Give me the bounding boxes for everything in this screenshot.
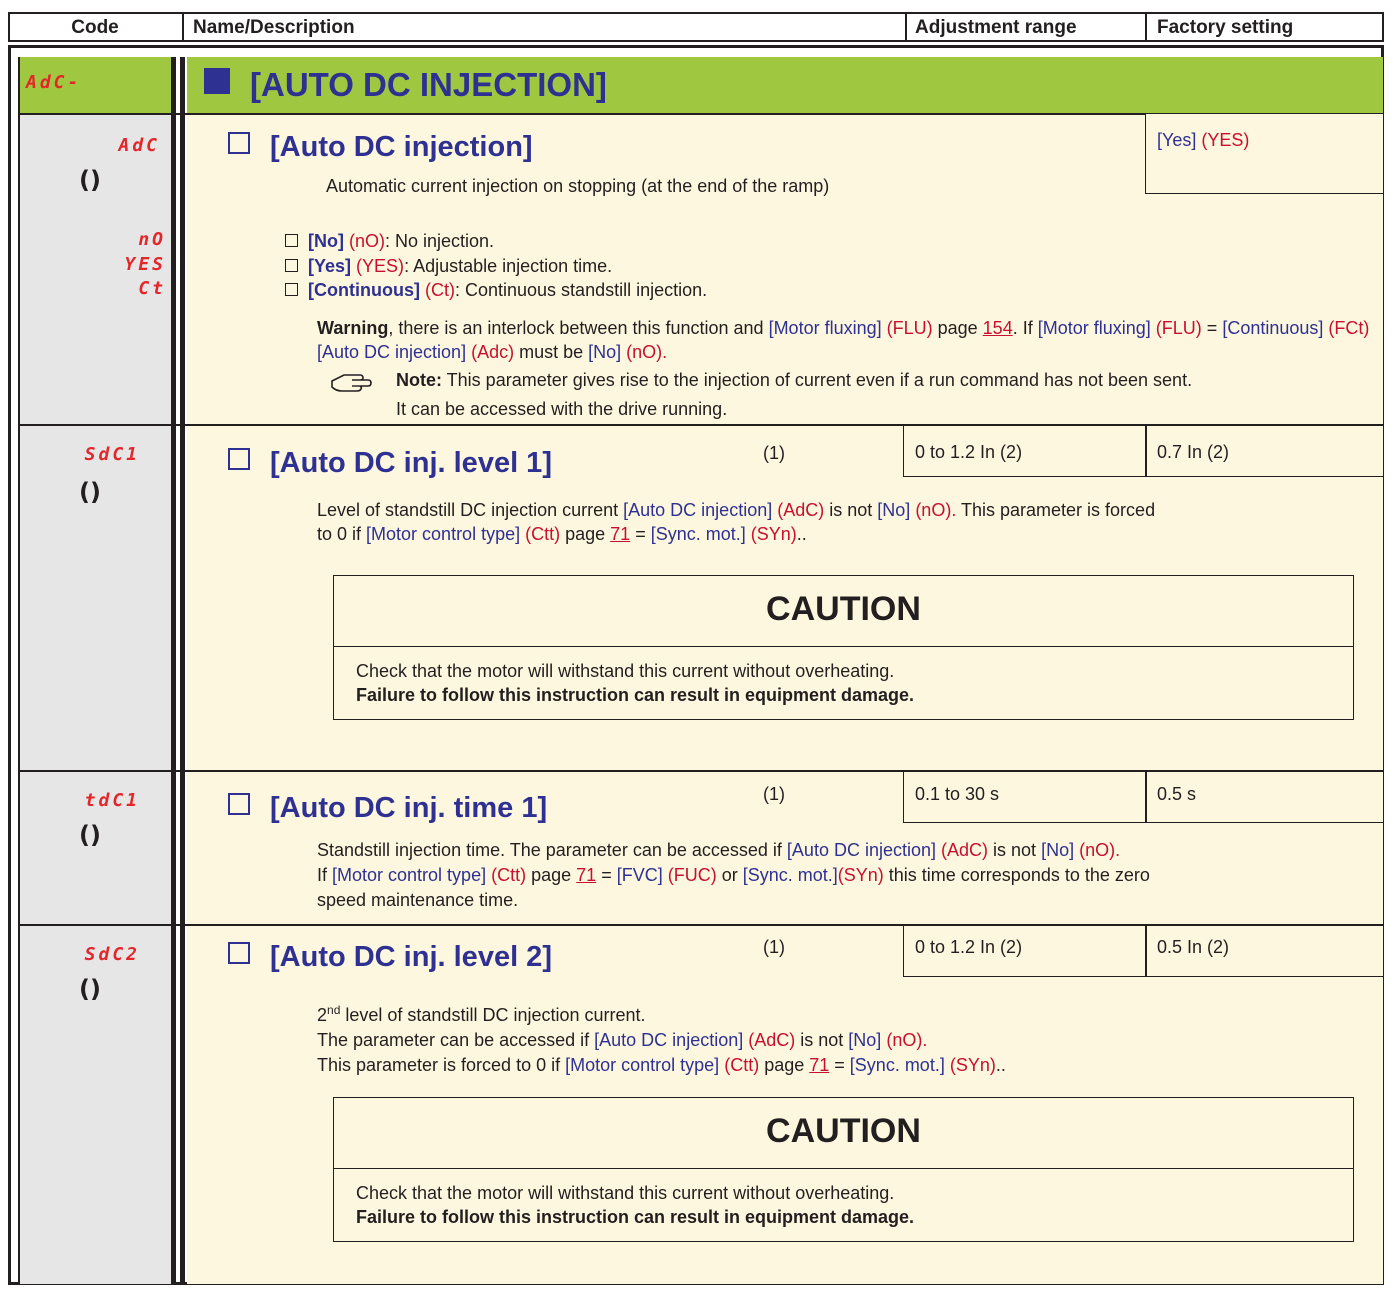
option-yes: [Yes] (YES): Adjustable injection time. xyxy=(285,254,612,278)
caution-box-2: CAUTION Check that the motor will withst… xyxy=(333,1097,1354,1242)
page-link[interactable]: 154 xyxy=(983,318,1013,338)
caution-title: CAUTION xyxy=(334,576,1353,647)
option-continuous: [Continuous] (Ct): Continuous standstill… xyxy=(285,278,707,302)
page-link[interactable]: 71 xyxy=(610,524,630,544)
desc-adc: Automatic current injection on stopping … xyxy=(326,176,830,196)
factory-cell-adc xyxy=(1145,114,1383,194)
param-title-adc: [Auto DC injection] xyxy=(228,131,533,164)
factory-sdc1: 0.7 In (2) xyxy=(1157,442,1230,462)
note-hand-icon xyxy=(331,374,372,392)
param-code-sdc2: SdC2 xyxy=(84,944,140,965)
header-name: Name/Description xyxy=(193,17,355,38)
caution-bold: Failure to follow this instruction can r… xyxy=(356,685,915,705)
cycle-icon: () xyxy=(79,478,101,506)
caution-title: CAUTION xyxy=(334,1098,1353,1169)
option-box-icon xyxy=(285,234,298,247)
header-factory: Factory setting xyxy=(1157,17,1294,38)
checkbox-icon xyxy=(228,942,250,964)
option-code-ct: Ct xyxy=(138,278,166,299)
range-sdc1: 0 to 1.2 In (2) xyxy=(915,442,1023,462)
desc-sdc2: 2nd level of standstill DC injection cur… xyxy=(317,1003,1006,1075)
param-code-sdc1: SdC1 xyxy=(84,444,140,465)
param-title-sdc1: [Auto DC inj. level 1] xyxy=(228,447,552,480)
option-box-icon xyxy=(285,283,298,296)
caution-box-1: CAUTION Check that the motor will withst… xyxy=(333,575,1354,720)
factory-sdc2: 0.5 In (2) xyxy=(1157,937,1230,957)
option-box-icon xyxy=(285,259,298,272)
menu-square-icon xyxy=(204,68,230,94)
param-code-tdc1: tdC1 xyxy=(84,790,140,811)
warning-text: Warning, there is an interlock between t… xyxy=(317,318,1370,362)
desc-sdc1: Level of standstill DC injection current… xyxy=(317,500,1156,544)
option-code-no: nO xyxy=(138,229,166,250)
menu-title: [AUTO DC INJECTION] xyxy=(204,66,607,104)
caution-text: Check that the motor will withstand this… xyxy=(356,661,895,681)
cycle-icon: () xyxy=(79,975,101,1003)
menu-code: AdC- xyxy=(26,72,82,93)
header-code: Code xyxy=(71,17,119,38)
checkbox-icon xyxy=(228,132,250,154)
param-title-sdc2: [Auto DC inj. level 2] xyxy=(228,941,552,974)
page-link[interactable]: 71 xyxy=(809,1055,829,1075)
option-code-yes: YES xyxy=(124,254,166,275)
option-no: [No] (nO): No injection. xyxy=(285,229,494,253)
caution-bold: Failure to follow this instruction can r… xyxy=(356,1207,915,1227)
factory-adc: [Yes] (YES) xyxy=(1157,130,1250,150)
cycle-icon: () xyxy=(79,166,101,194)
header-range: Adjustment range xyxy=(915,17,1077,38)
param-title-tdc1: [Auto DC inj. time 1] xyxy=(228,792,547,825)
note-line-2: It can be accessed with the drive runnin… xyxy=(396,399,728,419)
checkbox-icon xyxy=(228,793,250,815)
param-code-adc: AdC xyxy=(118,135,160,156)
note-line-1: Note: This parameter gives rise to the i… xyxy=(396,370,1193,390)
range-sdc2: 0 to 1.2 In (2) xyxy=(915,937,1023,957)
checkbox-icon xyxy=(228,448,250,470)
caution-text: Check that the motor will withstand this… xyxy=(356,1183,895,1203)
factory-tdc1: 0.5 s xyxy=(1157,784,1197,804)
page-link[interactable]: 71 xyxy=(576,865,596,885)
footnote-sdc2: (1) xyxy=(763,937,785,957)
footnote-sdc1: (1) xyxy=(763,443,785,463)
footnote-tdc1: (1) xyxy=(763,784,785,804)
desc-tdc1: Standstill injection time. The parameter… xyxy=(317,840,1150,910)
cycle-icon: () xyxy=(79,821,101,849)
range-tdc1: 0.1 to 30 s xyxy=(915,784,1000,804)
